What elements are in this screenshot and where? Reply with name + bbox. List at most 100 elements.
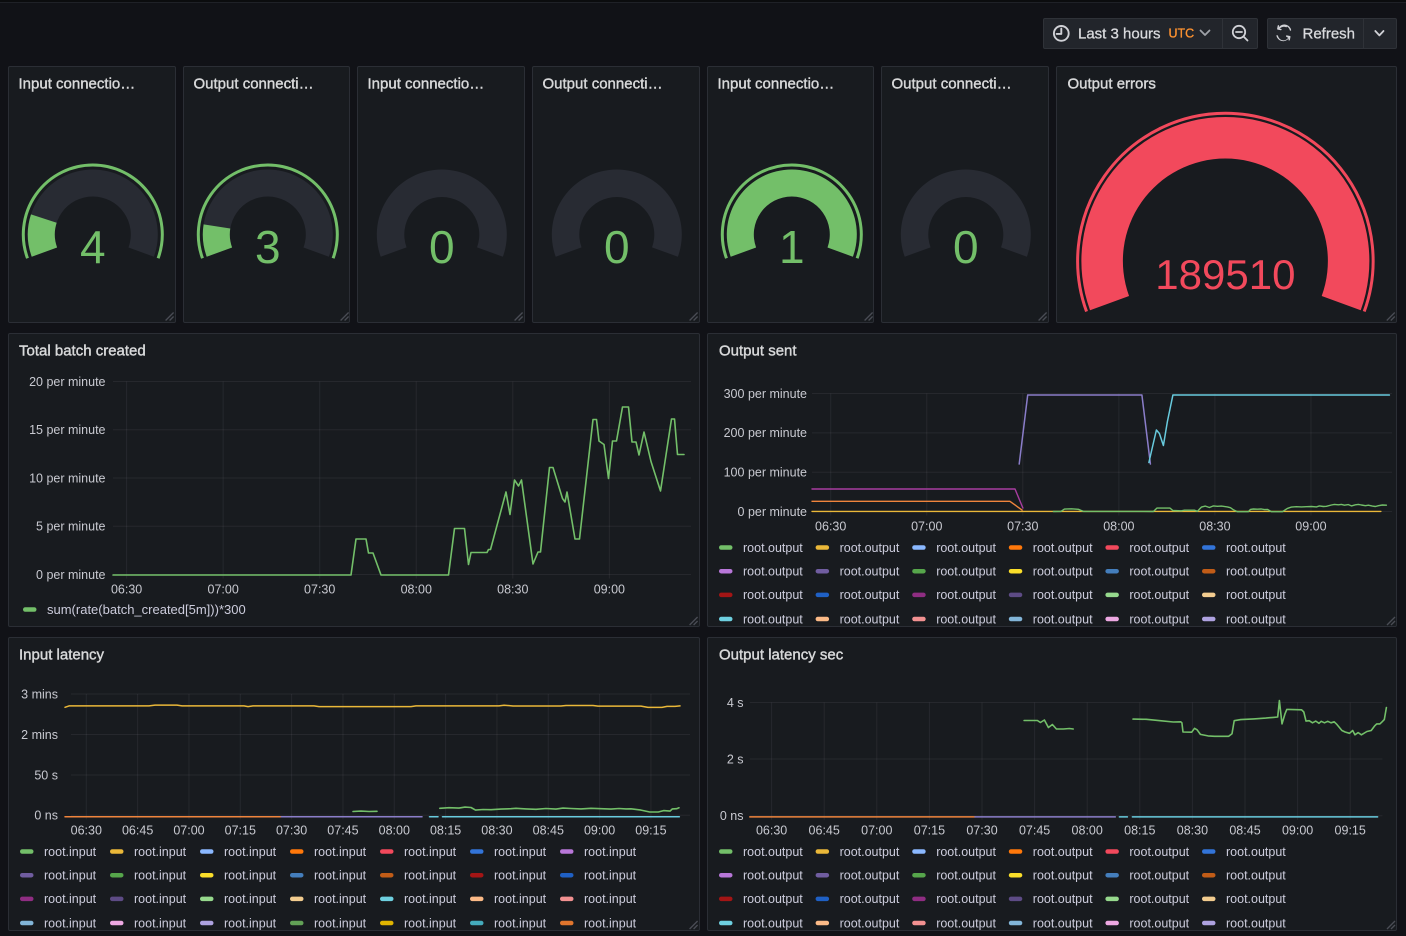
svg-text:root.output: root.output	[839, 868, 899, 882]
svg-text:08:30: 08:30	[1176, 823, 1207, 837]
svg-text:06:30: 06:30	[71, 823, 102, 837]
svg-text:Output connecti…: Output connecti…	[542, 76, 662, 93]
svg-text:Input connectio…: Input connectio…	[19, 76, 136, 93]
svg-text:189510: 189510	[1155, 251, 1295, 298]
svg-text:09:00: 09:00	[594, 582, 625, 596]
svg-text:root.input: root.input	[404, 844, 457, 858]
svg-text:0: 0	[604, 221, 630, 273]
svg-text:Output latency sec: Output latency sec	[719, 646, 844, 663]
svg-text:root.input: root.input	[314, 916, 367, 930]
svg-text:root.input: root.input	[584, 916, 637, 930]
svg-text:root.output: root.output	[839, 844, 899, 858]
svg-text:300 per minute: 300 per minute	[723, 386, 806, 400]
svg-text:root.output: root.output	[743, 588, 803, 602]
svg-text:Output connecti…: Output connecti…	[892, 76, 1012, 93]
svg-text:07:45: 07:45	[327, 823, 358, 837]
svg-text:08:00: 08:00	[1071, 823, 1102, 837]
svg-text:root.output: root.output	[1226, 844, 1286, 858]
svg-text:0 ns: 0 ns	[34, 808, 58, 822]
svg-text:root.input: root.input	[584, 844, 637, 858]
svg-text:root.output: root.output	[936, 916, 996, 930]
svg-text:07:00: 07:00	[173, 823, 204, 837]
svg-text:06:45: 06:45	[122, 823, 153, 837]
svg-text:root.output: root.output	[1129, 844, 1189, 858]
svg-text:root.output: root.output	[1032, 540, 1092, 554]
svg-text:root.output: root.output	[1032, 916, 1092, 930]
svg-text:0 per minute: 0 per minute	[737, 504, 807, 518]
svg-text:Refresh: Refresh	[1303, 26, 1356, 43]
svg-text:root.output: root.output	[936, 868, 996, 882]
svg-text:root.output: root.output	[1129, 588, 1189, 602]
svg-text:root.input: root.input	[404, 916, 457, 930]
svg-text:root.output: root.output	[1226, 868, 1286, 882]
svg-text:08:15: 08:15	[1124, 823, 1155, 837]
svg-text:root.input: root.input	[314, 868, 367, 882]
svg-text:Output errors: Output errors	[1067, 76, 1155, 93]
svg-text:root.input: root.input	[44, 892, 97, 906]
svg-text:07:30: 07:30	[276, 823, 307, 837]
svg-text:root.output: root.output	[936, 892, 996, 906]
svg-text:root.output: root.output	[839, 916, 899, 930]
svg-text:root.input: root.input	[494, 916, 547, 930]
svg-text:07:00: 07:00	[911, 519, 942, 533]
svg-text:root.output: root.output	[1226, 540, 1286, 554]
svg-text:root.input: root.input	[494, 892, 547, 906]
svg-text:root.output: root.output	[936, 844, 996, 858]
svg-text:07:00: 07:00	[208, 582, 239, 596]
svg-text:root.output: root.output	[839, 564, 899, 578]
svg-text:root.output: root.output	[1129, 892, 1189, 906]
svg-text:root.input: root.input	[134, 892, 187, 906]
svg-text:root.input: root.input	[134, 916, 187, 930]
svg-text:root.output: root.output	[936, 564, 996, 578]
svg-text:root.input: root.input	[224, 844, 277, 858]
svg-text:0 ns: 0 ns	[719, 809, 743, 823]
svg-text:08:45: 08:45	[1229, 823, 1260, 837]
svg-text:09:15: 09:15	[635, 823, 666, 837]
svg-text:Output sent: Output sent	[719, 342, 797, 359]
svg-text:root.output: root.output	[1032, 564, 1092, 578]
svg-text:3 mins: 3 mins	[21, 687, 58, 701]
svg-text:07:15: 07:15	[913, 823, 944, 837]
svg-text:09:00: 09:00	[584, 823, 615, 837]
svg-text:1: 1	[779, 221, 805, 273]
svg-text:root.input: root.input	[404, 892, 457, 906]
svg-text:root.output: root.output	[1226, 916, 1286, 930]
svg-text:Input latency: Input latency	[19, 646, 105, 663]
svg-text:root.input: root.input	[584, 868, 637, 882]
svg-text:root.output: root.output	[1226, 564, 1286, 578]
svg-text:root.input: root.input	[584, 892, 637, 906]
svg-text:06:30: 06:30	[756, 823, 787, 837]
svg-text:root.output: root.output	[743, 540, 803, 554]
svg-text:Output connecti…: Output connecti…	[193, 76, 313, 93]
svg-text:root.output: root.output	[1129, 916, 1189, 930]
svg-text:root.output: root.output	[743, 868, 803, 882]
svg-text:root.output: root.output	[1226, 892, 1286, 906]
svg-text:root.input: root.input	[44, 868, 97, 882]
svg-text:root.input: root.input	[494, 868, 547, 882]
svg-text:root.output: root.output	[1226, 612, 1286, 626]
svg-text:08:00: 08:00	[379, 823, 410, 837]
svg-text:100 per minute: 100 per minute	[723, 465, 806, 479]
svg-text:root.output: root.output	[936, 612, 996, 626]
svg-text:200 per minute: 200 per minute	[723, 426, 806, 440]
svg-text:root.output: root.output	[839, 588, 899, 602]
svg-text:root.input: root.input	[44, 844, 97, 858]
svg-text:10 per minute: 10 per minute	[29, 471, 105, 485]
svg-text:root.input: root.input	[494, 844, 547, 858]
svg-text:root.input: root.input	[44, 916, 97, 930]
svg-text:root.output: root.output	[1129, 612, 1189, 626]
svg-text:root.input: root.input	[224, 916, 277, 930]
svg-text:08:45: 08:45	[533, 823, 564, 837]
svg-text:root.output: root.output	[743, 612, 803, 626]
svg-text:08:30: 08:30	[481, 823, 512, 837]
svg-text:root.input: root.input	[134, 868, 187, 882]
svg-text:root.output: root.output	[1032, 612, 1092, 626]
svg-text:root.output: root.output	[1129, 540, 1189, 554]
svg-text:root.input: root.input	[314, 844, 367, 858]
svg-text:root.output: root.output	[1129, 564, 1189, 578]
svg-text:08:30: 08:30	[1199, 519, 1230, 533]
svg-text:root.output: root.output	[839, 540, 899, 554]
svg-text:root.input: root.input	[134, 844, 187, 858]
svg-text:15 per minute: 15 per minute	[29, 423, 105, 437]
svg-text:root.output: root.output	[839, 892, 899, 906]
